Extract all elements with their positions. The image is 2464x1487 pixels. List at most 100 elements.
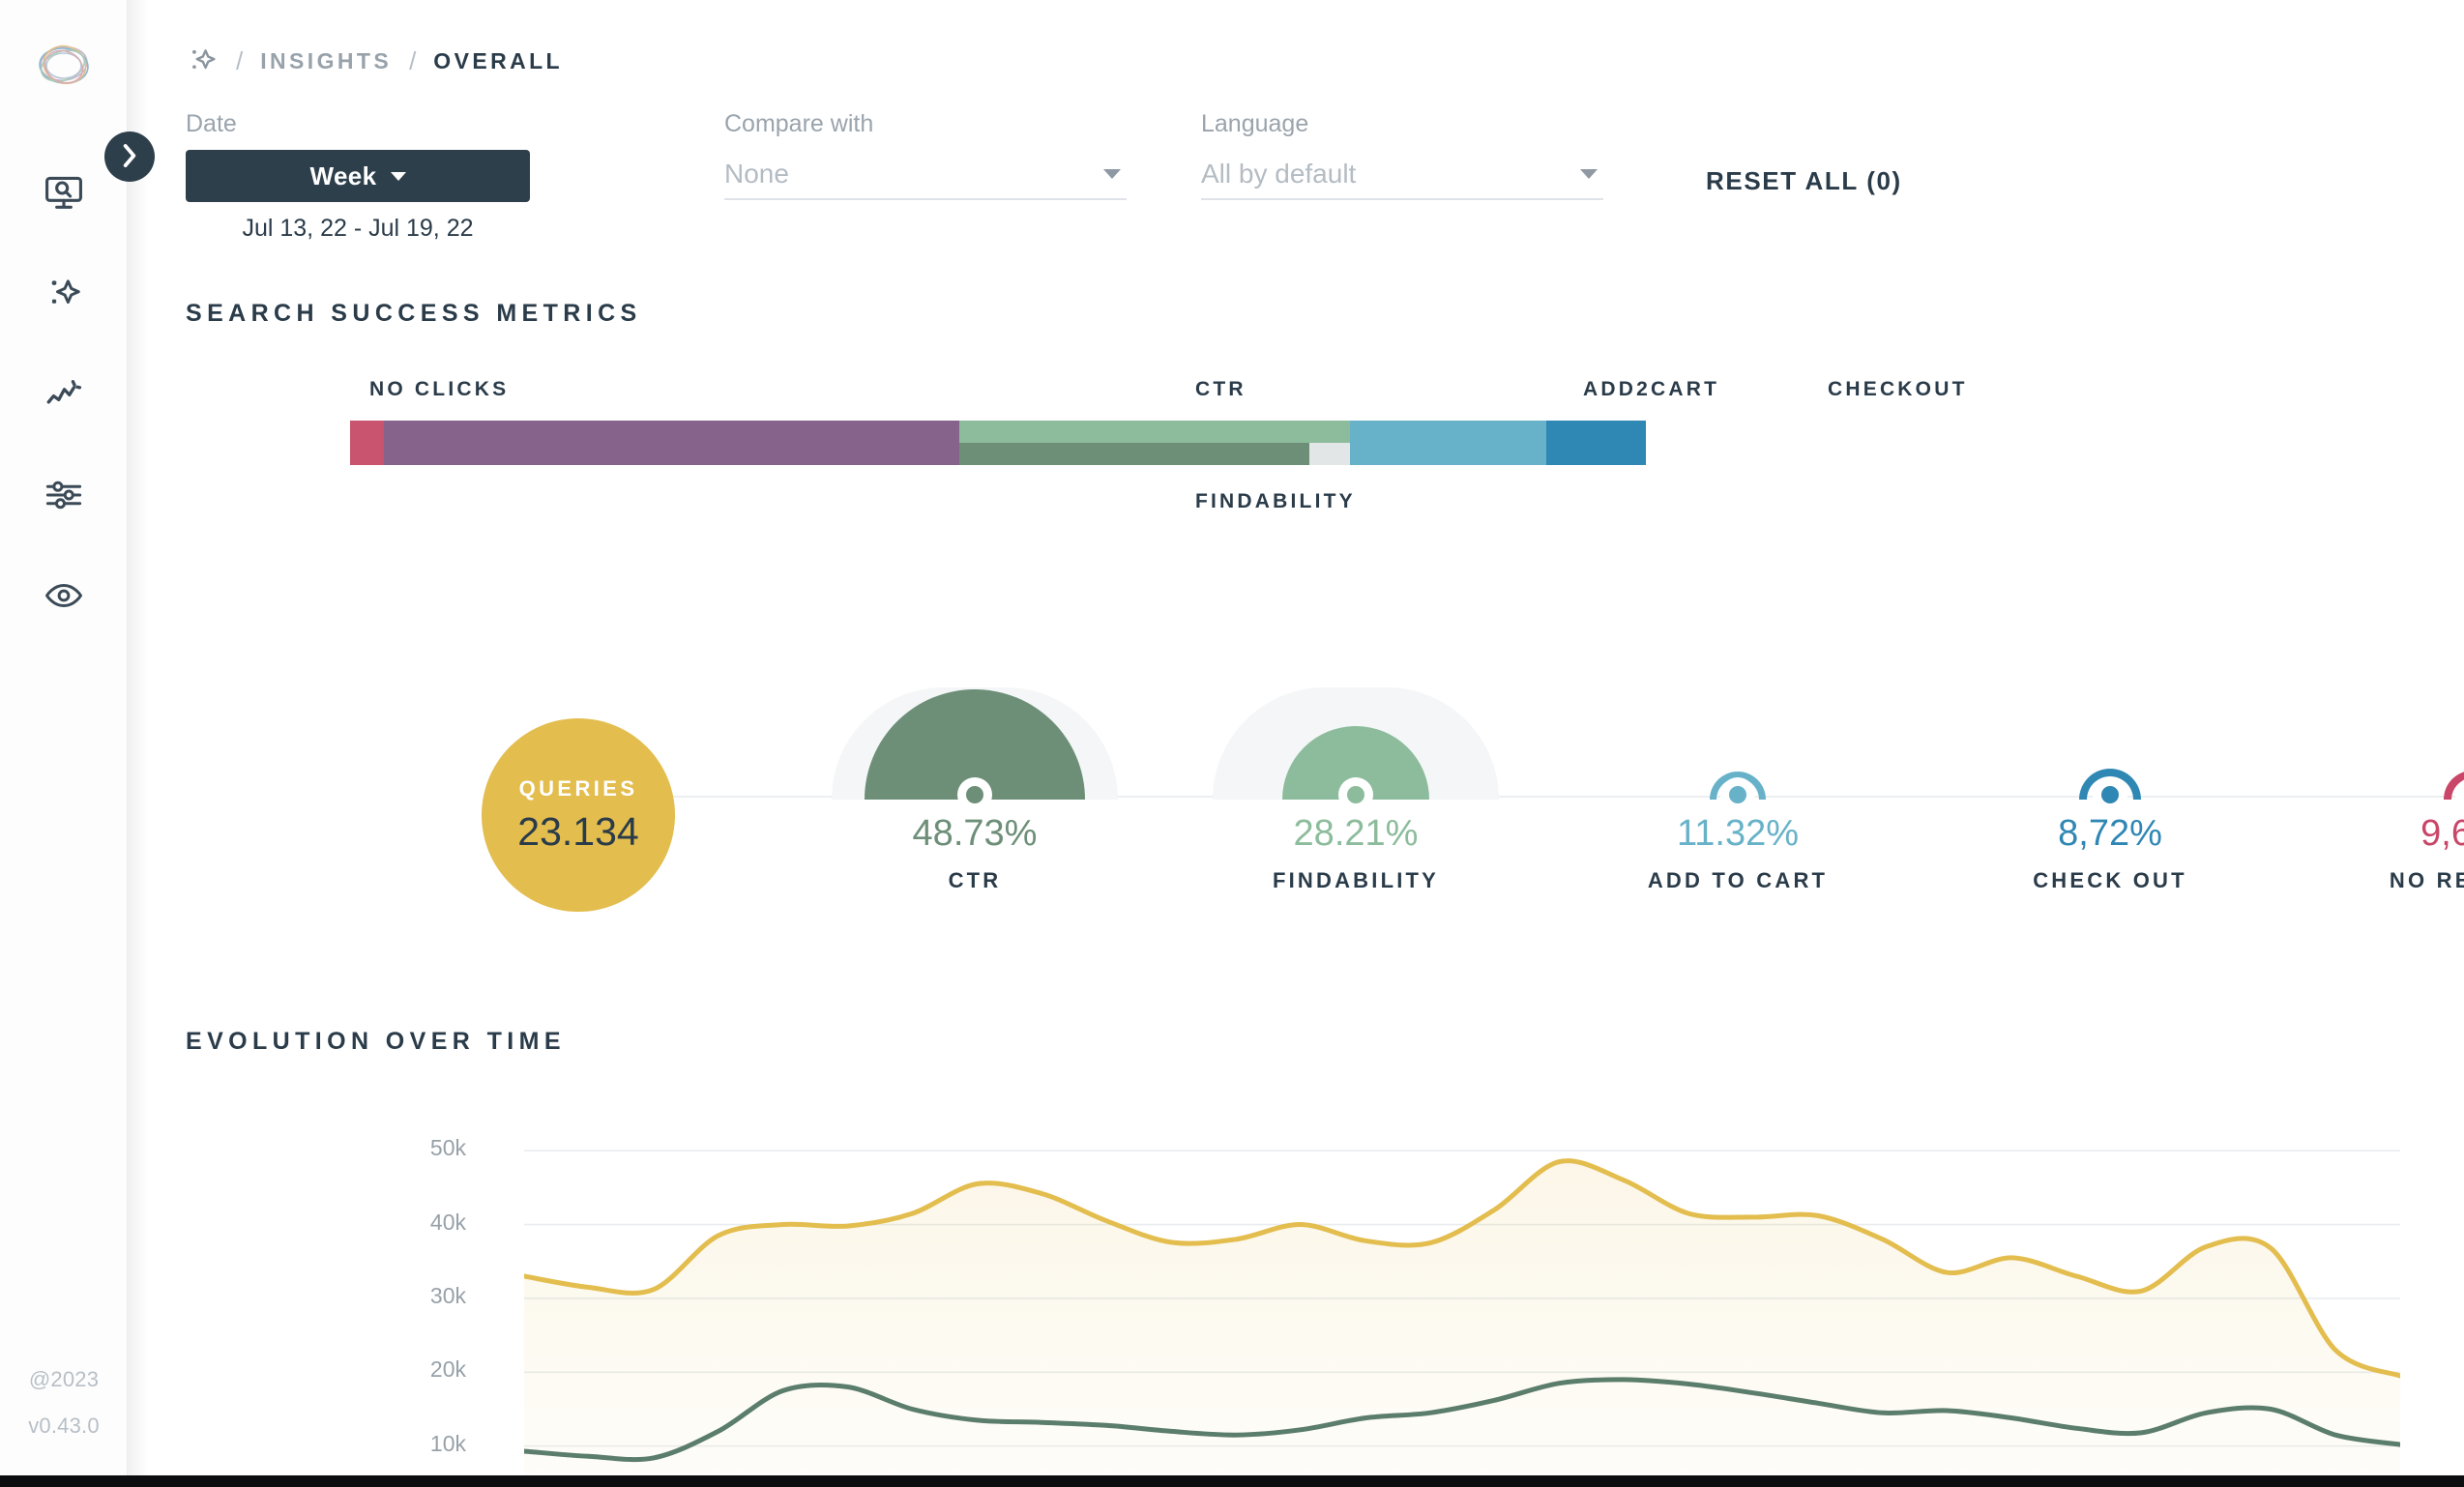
date-range-text: Jul 13, 22 - Jul 19, 22	[242, 215, 474, 242]
gauge-no-results	[2328, 616, 2464, 812]
chart-plot-area	[524, 1114, 2400, 1487]
chart-y-tick-label: 50k	[429, 1135, 466, 1161]
sidebar-item-analytics[interactable]	[33, 364, 95, 425]
sidebar-footer: @2023 v0.43.0	[0, 1367, 128, 1439]
funnel-metrics: QUERIES 23.134 48.73% CTR 28.21% FINDABI…	[128, 616, 2464, 935]
date-period-button[interactable]: Week	[186, 150, 530, 202]
reset-all-button[interactable]: RESET ALL (0)	[1704, 160, 1904, 202]
sidebar-item-search[interactable]	[33, 162, 95, 224]
gauge-knob	[1338, 777, 1373, 812]
findability-value: 28.21%	[1293, 813, 1419, 854]
chart-y-tick-label: 40k	[429, 1209, 466, 1235]
bar-label-findability: FINDABILITY	[1195, 490, 1356, 512]
sidebar-item-settings[interactable]	[33, 464, 95, 526]
bar-label-ctr: CTR	[1195, 378, 1247, 400]
funnel-metric-check-out[interactable]: 8,72% CHECK OUT	[1965, 616, 2255, 893]
main-content: / INSIGHTS / OVERALL Date Week Jul 13, 2…	[128, 0, 2464, 1487]
language-select[interactable]: All by default	[1201, 150, 1603, 200]
eye-icon	[44, 575, 84, 616]
date-label: Date	[186, 110, 237, 137]
compare-label: Compare with	[724, 110, 874, 137]
bar-segment-findability[interactable]	[958, 421, 1310, 465]
language-value: All by default	[1201, 159, 1357, 189]
bar-segment-no-clicks[interactable]	[383, 421, 959, 465]
add-to-cart-label: ADD TO CART	[1647, 868, 1829, 892]
bar-label-checkout: CHECKOUT	[1828, 378, 1968, 400]
queries-bubble[interactable]: QUERIES 23.134	[482, 718, 675, 912]
sidebar-item-magic[interactable]	[33, 263, 95, 325]
sidebar-item-preview[interactable]	[33, 565, 95, 627]
sliders-settings-icon	[44, 475, 84, 515]
chart-svg	[524, 1114, 2400, 1487]
date-period-label: Week	[309, 160, 377, 190]
bar-bottom-labels: FINDABILITY	[128, 490, 2464, 519]
funnel-metric-findability[interactable]: 28.21% FINDABILITY	[1211, 616, 1501, 893]
search-success-bar: NO CLICKS CTR ADD2CART CHECKOUT FINDABIL…	[128, 378, 2464, 523]
no-results-value: 9,64%	[2420, 813, 2464, 854]
chevron-down-icon	[1103, 169, 1121, 179]
check-out-label: CHECK OUT	[2033, 868, 2187, 892]
reset-group: RESET ALL (0)	[1704, 160, 1904, 202]
funnel-metric-ctr[interactable]: 48.73% CTR	[830, 616, 1120, 893]
expand-sidebar-button[interactable]	[104, 131, 155, 182]
bar-segment-add2cart[interactable]	[1349, 421, 1547, 465]
gauge-knob	[2093, 777, 2127, 812]
evolution-title: EVOLUTION OVER TIME	[186, 1028, 566, 1055]
app-root: @2023 v0.43.0 / INSIGHTS / OVERALL Date …	[0, 0, 2464, 1487]
language-label: Language	[1201, 110, 1309, 137]
queries-value: 23.134	[517, 808, 639, 854]
no-results-label: NO RESULTS	[2389, 868, 2464, 892]
gauge-knob	[1720, 777, 1755, 812]
compare-value: None	[724, 159, 789, 189]
breadcrumb-item-overall[interactable]: OVERALL	[433, 48, 563, 74]
bar-segment-ctr-remainder[interactable]	[1309, 421, 1350, 465]
copyright-text: @2023	[28, 1367, 100, 1391]
funnel-metric-no-results[interactable]: 9,64% NO RESULTS	[2328, 616, 2464, 893]
gauge-ctr	[830, 616, 1120, 812]
breadcrumb-item-insights[interactable]: INSIGHTS	[260, 48, 392, 74]
breadcrumb: / INSIGHTS / OVERALL	[128, 0, 2464, 83]
bar-segment-checkout[interactable]	[1546, 421, 1646, 465]
chart-y-tick-label: 10k	[429, 1430, 466, 1456]
brand-scribble-logo[interactable]	[31, 33, 97, 99]
check-out-value: 8,72%	[2058, 813, 2162, 854]
breadcrumb-separator: /	[236, 45, 244, 75]
sparkle-icon	[44, 274, 84, 314]
compare-filter-group: Compare with None	[724, 110, 1127, 200]
search-monitor-icon	[43, 172, 85, 215]
gauge-add-to-cart	[1593, 616, 1883, 812]
chevron-down-icon	[1580, 169, 1598, 179]
sparkle-icon	[186, 44, 219, 77]
evolution-over-time: EVOLUTION OVER TIME 10k 20k 30k 40k 50k	[128, 1028, 2464, 1487]
analytics-line-icon	[44, 374, 84, 415]
chart-y-tick-label: 20k	[429, 1356, 466, 1383]
funnel-metric-add-to-cart[interactable]: 11.32% ADD TO CART	[1593, 616, 1883, 893]
bar-top-labels: NO CLICKS CTR ADD2CART CHECKOUT	[128, 378, 2464, 407]
queries-label: QUERIES	[518, 775, 638, 801]
stacked-bar[interactable]	[350, 421, 2464, 465]
sidebar: @2023 v0.43.0	[0, 0, 128, 1487]
chevron-right-icon	[119, 143, 140, 171]
language-filter-group: Language All by default	[1201, 110, 1603, 200]
bar-label-add2cart: ADD2CART	[1583, 378, 1720, 400]
gauge-findability	[1211, 616, 1501, 812]
date-filter-group: Date Week Jul 13, 22 - Jul 19, 22	[186, 110, 530, 243]
add-to-cart-value: 11.32%	[1676, 813, 1800, 854]
bar-label-no-clicks: NO CLICKS	[369, 378, 510, 400]
gauge-check-out	[1965, 616, 2255, 812]
findability-label: FINDABILITY	[1272, 868, 1440, 892]
ctr-value: 48.73%	[912, 813, 1038, 854]
chevron-down-icon	[390, 171, 406, 181]
version-text: v0.43.0	[28, 1414, 100, 1438]
gauge-knob	[957, 777, 992, 812]
filter-bar: Date Week Jul 13, 22 - Jul 19, 22 Compar…	[128, 110, 2464, 246]
search-success-title: SEARCH SUCCESS METRICS	[186, 300, 642, 327]
window-bottom-edge	[0, 1475, 2464, 1487]
bar-segment-no-clicks-start[interactable]	[350, 421, 384, 465]
evolution-chart[interactable]: 10k 20k 30k 40k 50k	[128, 1114, 2464, 1487]
breadcrumb-separator: /	[409, 45, 417, 75]
chart-y-tick-label: 30k	[429, 1282, 466, 1308]
ctr-label: CTR	[948, 868, 1002, 892]
compare-select[interactable]: None	[724, 150, 1127, 200]
sidebar-nav	[33, 162, 95, 627]
